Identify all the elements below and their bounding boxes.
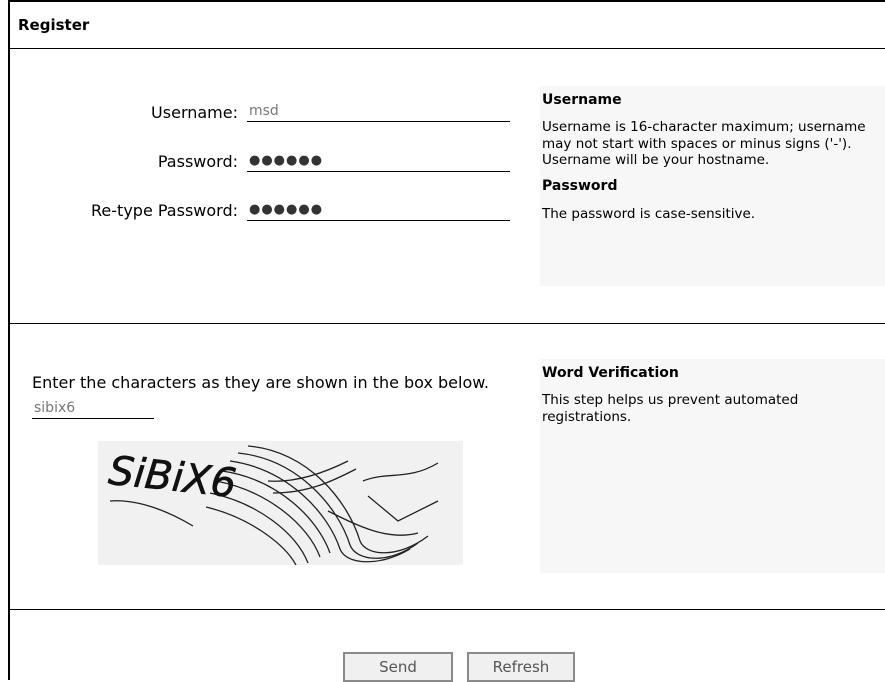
verification-help-text: This step helps us prevent automated reg… <box>542 392 799 425</box>
verification-help-heading: Word Verification <box>542 365 679 381</box>
retype-password-label: Re-type Password: <box>91 201 238 220</box>
verification-instruction-text: Enter the characters as they are shown i… <box>32 373 489 392</box>
password-help-heading: Password <box>542 178 618 195</box>
send-button[interactable]: Send <box>343 652 453 682</box>
verification-input[interactable] <box>32 398 154 419</box>
username-input[interactable] <box>247 100 510 122</box>
verification-help-box: Word Verification This step helps us pre… <box>540 359 885 573</box>
captcha-text: SiBiX6 <box>106 448 238 507</box>
divider <box>10 48 885 49</box>
password-label: Password: <box>157 152 238 171</box>
divider <box>10 323 885 324</box>
username-label: Username: <box>151 103 238 122</box>
username-help-text: Username is 16-character maximum; userna… <box>542 119 866 169</box>
captcha-image: SiBiX6 <box>98 441 463 566</box>
password-input[interactable] <box>247 150 510 172</box>
password-help-text: The password is case-sensitive. <box>542 205 756 222</box>
page-title: Register <box>18 16 90 34</box>
account-help-box: Username Username is 16-character maximu… <box>540 86 885 286</box>
verification-instruction: Enter the characters as they are shown i… <box>32 371 512 419</box>
refresh-button[interactable]: Refresh <box>467 652 575 682</box>
retype-password-input[interactable] <box>247 199 510 221</box>
divider <box>10 609 885 610</box>
username-help-heading: Username <box>542 92 622 108</box>
